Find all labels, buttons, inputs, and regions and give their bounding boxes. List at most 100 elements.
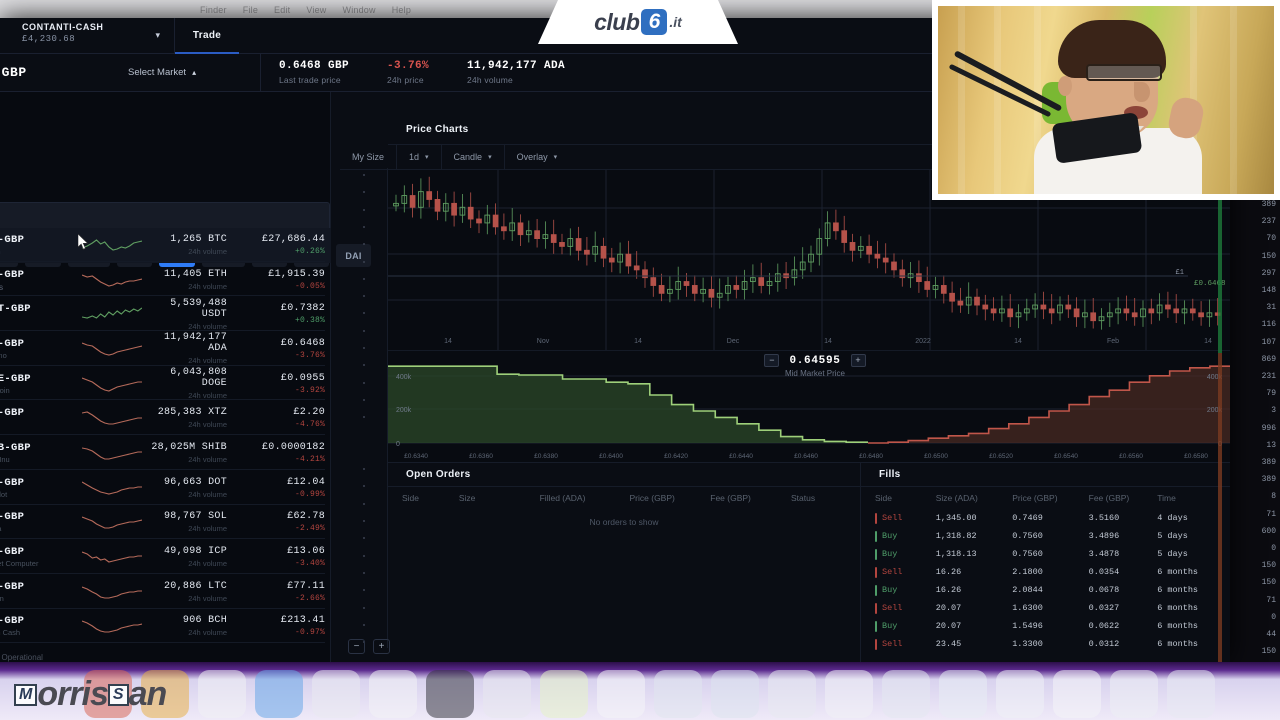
market-fullname: Internet Computer — [0, 559, 39, 569]
order-book-row[interactable] — [363, 502, 365, 505]
depth-y-tick-400k: 400k — [396, 374, 412, 381]
table-row[interactable]: Buy 20.07 1.5496 0.0622 6 months — [861, 617, 1230, 635]
market-row-icp-gbp[interactable]: ICP-GBPInternet Computer 49,098 ICP24h vo… — [0, 540, 331, 575]
menubar-item-window[interactable]: Window — [343, 5, 376, 15]
chevron-down-icon[interactable]: ▾ — [155, 30, 160, 41]
table-row[interactable]: Sell 20.07 1.6300 0.0327 6 months — [861, 599, 1230, 617]
market-row-bch-gbp[interactable]: BCH-GBPBitcoin Cash906 BCH24h volume£213… — [0, 610, 331, 645]
market-volume-cell: 1,265 BTC 24h volume — [142, 234, 239, 256]
dock-icon[interactable] — [882, 670, 930, 718]
chart-control-1d[interactable]: 1d ▾ — [397, 144, 442, 170]
market-row-ada-gbp[interactable]: ADA-GBPCardano11,942,177 ADA24h volume£0… — [0, 332, 331, 367]
dock-icon[interactable] — [654, 670, 702, 718]
menubar-item-edit[interactable]: Edit — [274, 5, 290, 15]
order-book-row[interactable] — [363, 364, 365, 367]
order-book-row[interactable] — [363, 208, 365, 211]
order-book-row[interactable] — [363, 606, 365, 609]
market-row-doge-gbp[interactable]: DOGE-GBPDogecoin 6,043,808 DOGE24h volume… — [0, 367, 331, 402]
market-row-ltc-gbp[interactable]: LTC-GBPLitecoin20,886 LTC24h volume£77.1… — [0, 575, 331, 610]
order-book-row[interactable] — [363, 347, 365, 349]
dock-icon[interactable] — [426, 670, 474, 718]
market-list[interactable]: BTC-GBPBitcoin1,265 BTC24h volume£27,686… — [0, 228, 331, 662]
market-row-dot-gbp[interactable]: DOT-GBPPolkadot96,663 DOT24h volume£12.0… — [0, 471, 331, 506]
order-book-row[interactable] — [363, 554, 365, 557]
column-header: Fee (GBP) — [1088, 493, 1130, 503]
order-book-row[interactable] — [363, 485, 365, 488]
dock-icon[interactable] — [540, 670, 588, 718]
market-row-btc-gbp[interactable]: BTC-GBPBitcoin1,265 BTC24h volume£27,686… — [0, 228, 331, 263]
order-book-row[interactable] — [363, 468, 365, 471]
market-fullname: Ether — [0, 282, 82, 291]
order-book-row[interactable] — [363, 191, 365, 194]
order-book-row[interactable] — [363, 381, 365, 384]
depth-zoom-out-button[interactable]: − — [764, 354, 780, 367]
order-book-row[interactable] — [363, 295, 365, 298]
depth-x-tick: £0.6520 — [989, 453, 1013, 460]
fill-price: 2.1800 — [1012, 567, 1043, 577]
menubar-item-file[interactable]: File — [243, 5, 258, 15]
dock-icon[interactable] — [198, 670, 246, 718]
right-value: 150 — [1261, 251, 1276, 261]
order-book-row[interactable] — [363, 537, 365, 540]
order-book-row[interactable] — [363, 312, 365, 315]
dock-icon[interactable] — [825, 670, 873, 718]
order-book-row[interactable] — [363, 623, 365, 626]
chart-control-candle[interactable]: Candle ▾ — [442, 144, 505, 170]
dock-icon[interactable] — [1053, 670, 1101, 718]
order-book-row[interactable] — [363, 260, 365, 263]
order-book-zoom-out-button[interactable]: − — [348, 639, 365, 654]
order-book-row[interactable] — [363, 243, 365, 246]
chart-control-overlay[interactable]: Overlay ▾ — [505, 145, 570, 170]
dock-icon[interactable] — [996, 670, 1044, 718]
dock-icon[interactable] — [255, 670, 303, 718]
fill-size: 1,318.82 — [935, 531, 977, 541]
market-symbol: SOL-GBP — [0, 511, 25, 524]
market-row-shib-gbp[interactable]: SHIB-GBPShiba Inu28,025M SHIB24h volume£… — [0, 436, 331, 471]
stat-value: 0.6468 GBP — [279, 60, 350, 72]
tab-trade[interactable]: Trade — [175, 18, 239, 54]
dock-icon[interactable] — [711, 670, 759, 718]
market-row-eth-gbp[interactable]: ETH-GBPEther11,405 ETH24h volume£1,915.3… — [0, 263, 331, 298]
mid-market-price-widget: − 0.64595 + Mid Market Price — [745, 354, 885, 378]
market-price-cell: £1,915.39 -0.05% — [239, 269, 331, 291]
order-book-row[interactable] — [363, 398, 365, 401]
table-row[interactable]: Sell 1,345.00 0.7469 3.5160 4 days — [861, 509, 1230, 527]
table-row[interactable]: Buy 1,318.13 0.7560 3.4878 5 days — [861, 545, 1230, 563]
account-selector[interactable]: CONTANTI-CASH £4,230.68 ▾ — [0, 18, 175, 54]
market-volume-label: 24h volume — [188, 391, 227, 401]
order-book-row[interactable] — [363, 416, 365, 419]
right-value: 71 — [1266, 509, 1276, 519]
right-value: 0 — [1271, 544, 1276, 554]
dock-icon[interactable] — [597, 670, 645, 718]
menubar-item-finder[interactable]: Finder — [200, 5, 227, 15]
order-book-row[interactable] — [363, 571, 365, 574]
order-book-row[interactable] — [363, 225, 365, 228]
table-row[interactable]: Buy 1,318.82 0.7560 3.4896 5 days — [861, 527, 1230, 545]
dock-icon[interactable] — [1110, 670, 1158, 718]
dock-icon[interactable] — [1167, 670, 1215, 718]
order-book-row[interactable] — [363, 174, 365, 176]
market-row-sol-gbp[interactable]: SOL-GBPSolana98,767 SOL24h volume£62.78-… — [0, 506, 331, 541]
market-row-usdt-gbp[interactable]: USDT-GBPTether5,539,488 USDT24h volume£0… — [0, 297, 331, 332]
market-row-xtz-gbp[interactable]: XTZ-GBPTezos285,383 XTZ24h volume£2.20-4… — [0, 401, 331, 436]
dock-icon[interactable] — [483, 670, 531, 718]
dock-icon[interactable] — [369, 670, 417, 718]
dock-icon[interactable] — [312, 670, 360, 718]
order-book-row[interactable] — [363, 329, 365, 332]
order-book-row[interactable] — [363, 277, 365, 280]
dock-icon[interactable] — [939, 670, 987, 718]
dock-icon[interactable] — [768, 670, 816, 718]
right-value: 231 — [1261, 372, 1276, 382]
menubar-item-view[interactable]: View — [306, 5, 326, 15]
depth-zoom-in-button[interactable]: + — [850, 354, 866, 367]
sparkline-chart — [82, 342, 142, 356]
table-row[interactable]: Buy 16.26 2.0844 0.0678 6 months — [861, 581, 1230, 599]
order-book-row[interactable] — [363, 589, 365, 592]
order-book-column[interactable] — [340, 168, 388, 648]
order-book-row[interactable] — [363, 520, 365, 522]
table-row[interactable]: Sell 16.26 2.1800 0.0354 6 months — [861, 563, 1230, 581]
menubar-item-help[interactable]: Help — [392, 5, 411, 15]
os-dock[interactable] — [0, 662, 1280, 720]
table-row[interactable]: Sell 23.45 1.3300 0.0312 6 months — [861, 635, 1230, 653]
select-market-button[interactable]: Select Market ▴ — [128, 67, 260, 78]
